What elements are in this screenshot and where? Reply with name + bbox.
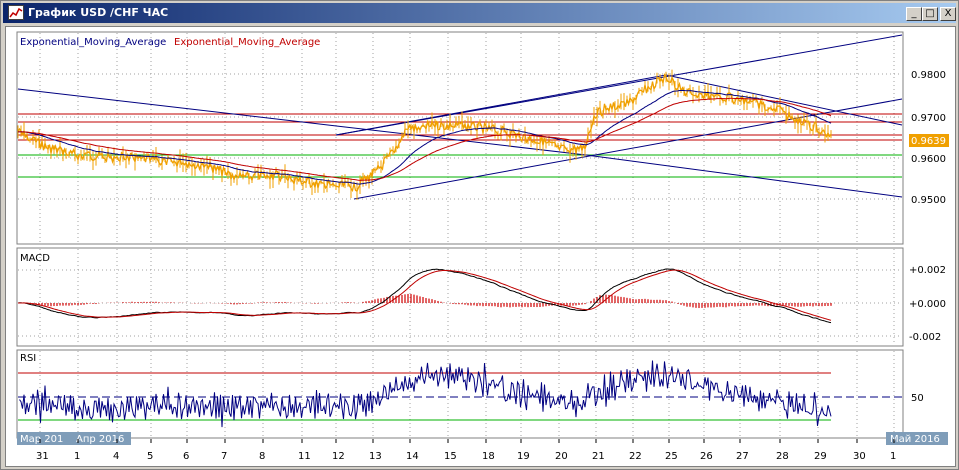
chart-window-icon bbox=[8, 5, 24, 20]
chart-canvas[interactable]: Exponential_Moving_Average Exponential_M… bbox=[6, 27, 957, 468]
day-label-23: 1 bbox=[890, 451, 896, 462]
macd-panel[interactable] bbox=[16, 247, 904, 347]
day-label-19: 27 bbox=[736, 451, 749, 462]
day-label-21: 29 bbox=[814, 451, 827, 462]
window-title: График USD /CHF ЧАС bbox=[28, 6, 169, 19]
day-label-16: 22 bbox=[629, 451, 642, 462]
day-label-5: 7 bbox=[221, 451, 227, 462]
day-label-0: 31 bbox=[36, 451, 49, 462]
day-label-17: 25 bbox=[665, 451, 678, 462]
day-label-8: 12 bbox=[332, 451, 345, 462]
price-tick-1: 0.9700 bbox=[911, 113, 946, 124]
day-label-13: 19 bbox=[517, 451, 530, 462]
day-label-3: 5 bbox=[147, 451, 153, 462]
title-bar[interactable]: График USD /CHF ЧАС _ □ X bbox=[3, 3, 956, 23]
day-label-14: 20 bbox=[555, 451, 568, 462]
macd-label: MACD bbox=[20, 253, 50, 264]
day-label-1: 1 bbox=[74, 451, 80, 462]
price-panel[interactable] bbox=[16, 31, 904, 245]
month-label-may: Май 2016 bbox=[890, 434, 940, 445]
chart-area[interactable]: Exponential_Moving_Average Exponential_M… bbox=[5, 26, 956, 467]
day-label-12: 18 bbox=[482, 451, 495, 462]
day-label-4: 6 bbox=[183, 451, 189, 462]
day-label-7: 11 bbox=[298, 451, 311, 462]
price-tick-3: 0.9500 bbox=[911, 195, 946, 206]
day-label-6: 8 bbox=[259, 451, 265, 462]
macd-tick-2: -0.002 bbox=[909, 332, 941, 343]
close-button[interactable]: X bbox=[940, 7, 956, 21]
day-label-15: 21 bbox=[592, 451, 605, 462]
rsi-label: RSI bbox=[20, 353, 36, 364]
legend-ema-slow: Exponential_Moving_Average bbox=[174, 37, 320, 48]
minimize-button[interactable]: _ bbox=[906, 7, 922, 21]
day-label-18: 26 bbox=[700, 451, 713, 462]
maximize-button[interactable]: □ bbox=[922, 7, 938, 21]
legend-ema-fast: Exponential_Moving_Average bbox=[20, 37, 166, 48]
macd-tick-0: +0.002 bbox=[909, 265, 946, 276]
day-label-2: 4 bbox=[113, 451, 119, 462]
day-label-22: 30 bbox=[853, 451, 866, 462]
day-label-11: 15 bbox=[444, 451, 457, 462]
day-label-9: 13 bbox=[369, 451, 382, 462]
price-tick-0: 0.9800 bbox=[911, 70, 946, 81]
macd-tick-1: +0.000 bbox=[909, 299, 946, 310]
rsi-tick-50: 50 bbox=[911, 393, 924, 404]
price-tick-2: 0.9600 bbox=[911, 154, 946, 165]
month-label-mar: Мар 201 bbox=[20, 434, 63, 445]
current-price-value: 0.9639 bbox=[911, 136, 946, 147]
day-label-20: 28 bbox=[776, 451, 789, 462]
chart-window: График USD /CHF ЧАС _ □ X Exponential_Mo… bbox=[0, 0, 959, 470]
day-label-10: 14 bbox=[406, 451, 419, 462]
